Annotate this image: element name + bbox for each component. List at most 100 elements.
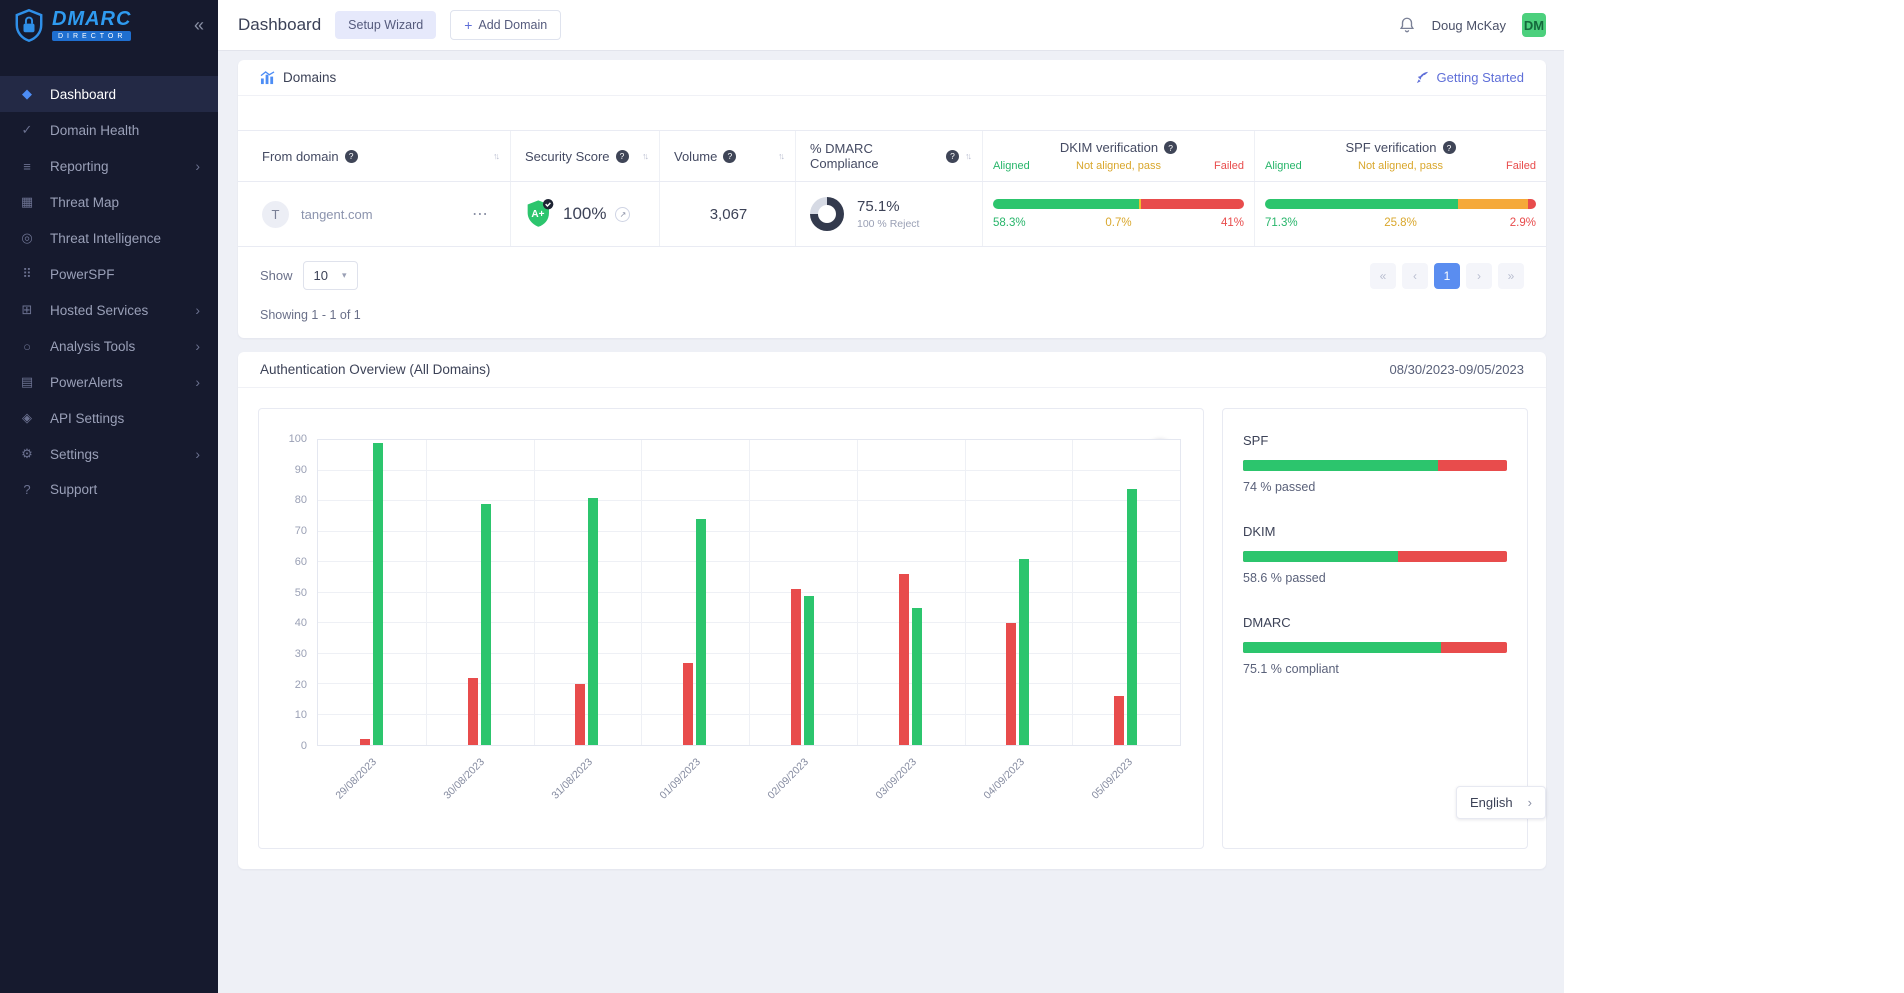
- bar-passed: [1127, 489, 1137, 745]
- dkim-summary-label: DKIM: [1243, 524, 1507, 539]
- auth-summary-panel: SPF 74 % passed DKIM 58.6 % passed DMARC: [1222, 408, 1528, 849]
- gridline: [857, 440, 858, 745]
- help-icon[interactable]: ?: [946, 150, 959, 163]
- dkim-stacked-bar: [993, 199, 1244, 209]
- not-aligned-label: Not aligned, pass: [1333, 160, 1469, 172]
- col-dmarc-compliance[interactable]: % DMARC Compliance ? ↑↓: [795, 131, 982, 181]
- aligned-label: Aligned: [993, 160, 1056, 172]
- x-tick-label: 30/08/2023: [442, 756, 488, 802]
- domains-card-header: Domains Getting Started: [238, 60, 1546, 96]
- bar-failed: [791, 589, 801, 745]
- dashboard-icon: ◆: [18, 86, 36, 102]
- sidebar-item-threat-intelligence[interactable]: ◎ Threat Intelligence: [0, 220, 218, 256]
- x-tick-label: 02/09/2023: [766, 756, 812, 802]
- compliance-sub: 100 % Reject: [857, 218, 919, 230]
- col-security-score[interactable]: Security Score ? ↑↓: [510, 131, 659, 181]
- sidebar-item-label: Settings: [50, 447, 99, 462]
- shield-lock-logo-icon: [14, 9, 44, 42]
- bar-failed: [468, 678, 478, 745]
- map-icon: ▦: [18, 194, 36, 210]
- col-label: DKIM verification: [1060, 140, 1158, 155]
- help-icon[interactable]: ?: [1164, 141, 1177, 154]
- prev-page-button[interactable]: ‹: [1402, 263, 1428, 289]
- user-avatar[interactable]: DM: [1522, 13, 1546, 37]
- chevron-right-icon: ›: [195, 302, 200, 318]
- auth-overview-title: Authentication Overview (All Domains): [260, 362, 490, 377]
- showing-count: Showing 1 - 1 of 1: [260, 308, 1524, 338]
- sidebar-item-reporting[interactable]: ≡ Reporting ›: [0, 148, 218, 184]
- col-volume[interactable]: Volume ? ↑↓: [659, 131, 795, 181]
- first-page-button[interactable]: «: [1370, 263, 1396, 289]
- sidebar-item-powerspf[interactable]: ⠿ PowerSPF: [0, 256, 218, 292]
- chevron-right-icon: ›: [1528, 795, 1532, 810]
- dkim-aligned-segment: [993, 199, 1139, 209]
- col-label: Volume: [674, 149, 717, 164]
- spf-stacked-bar: [1265, 199, 1536, 209]
- setup-wizard-button[interactable]: Setup Wizard: [335, 11, 436, 39]
- dkim-sub-labels: Aligned Not aligned, pass Failed: [993, 160, 1244, 172]
- auth-body: 0102030405060708090100 29/08/202330/08/2…: [238, 388, 1546, 849]
- sidebar-item-dashboard[interactable]: ◆ Dashboard: [0, 76, 218, 112]
- sidebar-item-support[interactable]: ? Support: [0, 472, 218, 507]
- dots-grid-icon: ⠿: [18, 266, 36, 282]
- dmarc-summary-text: 75.1 % compliant: [1243, 662, 1507, 676]
- help-icon[interactable]: ?: [616, 150, 629, 163]
- gridline: [965, 440, 966, 745]
- sort-icon[interactable]: ↑↓: [493, 151, 498, 161]
- domain-link[interactable]: tangent.com: [301, 207, 373, 222]
- external-link-icon[interactable]: ↗: [615, 207, 630, 222]
- page-size-value: 10: [314, 268, 328, 283]
- content-area: Domains Getting Started From domain: [218, 50, 1564, 993]
- bar-passed: [696, 519, 706, 745]
- sort-icon[interactable]: ↑↓: [965, 151, 970, 161]
- app-logo[interactable]: DMARC DIRECTOR «: [0, 0, 218, 50]
- col-from-domain[interactable]: From domain ? ↑↓: [238, 131, 510, 181]
- col-label: SPF verification: [1345, 140, 1436, 155]
- help-icon[interactable]: ?: [1443, 141, 1456, 154]
- spf-summary: SPF 74 % passed: [1243, 433, 1507, 494]
- x-tick-label: 29/08/2023: [334, 756, 380, 802]
- y-tick-label: 100: [289, 433, 307, 445]
- sort-icon[interactable]: ↑↓: [642, 151, 647, 161]
- sidebar-item-label: Domain Health: [50, 123, 139, 138]
- getting-started-label: Getting Started: [1437, 70, 1524, 85]
- language-selector[interactable]: English ›: [1456, 786, 1546, 819]
- bar-passed: [912, 608, 922, 745]
- gridline: [534, 440, 535, 745]
- sidebar-item-poweralerts[interactable]: ▤ PowerAlerts ›: [0, 364, 218, 400]
- app-window: DMARC DIRECTOR « ◆ Dashboard ✓ Domain He…: [0, 0, 1564, 993]
- row-menu-icon[interactable]: ⋯: [472, 204, 498, 224]
- sidebar-item-analysis-tools[interactable]: ○ Analysis Tools ›: [0, 328, 218, 364]
- sidebar-item-domain-health[interactable]: ✓ Domain Health: [0, 112, 218, 148]
- sidebar-item-label: Hosted Services: [50, 303, 148, 318]
- sidebar-item-threat-map[interactable]: ▦ Threat Map: [0, 184, 218, 220]
- next-page-button[interactable]: ›: [1466, 263, 1492, 289]
- table-footer: Show 10 ▾ « ‹ 1 › »: [260, 261, 1524, 290]
- sidebar-collapse-icon[interactable]: «: [194, 15, 204, 36]
- page-size-select[interactable]: 10 ▾: [303, 261, 358, 290]
- spf-not-aligned-value: 25.8%: [1355, 217, 1445, 229]
- sidebar-item-api-settings[interactable]: ◈ API Settings: [0, 400, 218, 436]
- chevron-right-icon: ›: [195, 446, 200, 462]
- sidebar-item-settings[interactable]: ⚙ Settings ›: [0, 436, 218, 472]
- chevron-right-icon: ›: [195, 374, 200, 390]
- bell-icon[interactable]: [1398, 16, 1416, 34]
- x-tick-label: 05/09/2023: [1090, 756, 1136, 802]
- page-title: Dashboard: [238, 15, 321, 35]
- getting-started-link[interactable]: Getting Started: [1415, 70, 1524, 85]
- add-domain-button[interactable]: + Add Domain: [450, 10, 561, 40]
- spf-summary-bar: [1243, 460, 1507, 471]
- sidebar-item-hosted-services[interactable]: ⊞ Hosted Services ›: [0, 292, 218, 328]
- bar-failed: [899, 574, 909, 745]
- help-icon[interactable]: ?: [723, 150, 736, 163]
- dmarc-summary-bar: [1243, 642, 1507, 653]
- help-icon[interactable]: ?: [345, 150, 358, 163]
- dkim-not-aligned-value: 0.7%: [1077, 217, 1161, 229]
- page-1-button[interactable]: 1: [1434, 263, 1460, 289]
- col-spf-verification: SPF verification ? Aligned Not aligned, …: [1254, 131, 1546, 181]
- last-page-button[interactable]: »: [1498, 263, 1524, 289]
- gridline: [641, 440, 642, 745]
- pagination: « ‹ 1 › »: [1370, 263, 1524, 289]
- sort-icon[interactable]: ↑↓: [778, 151, 783, 161]
- dkim-header: DKIM verification ?: [993, 140, 1244, 155]
